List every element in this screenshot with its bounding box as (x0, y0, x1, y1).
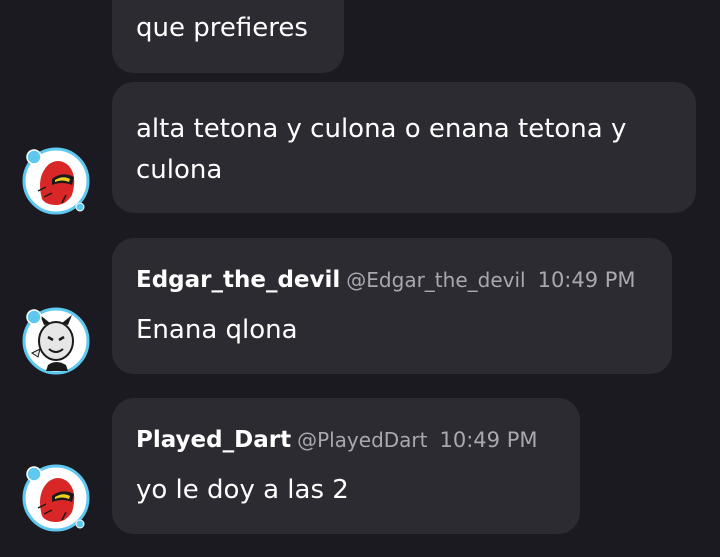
message-text: que prefieres (136, 13, 308, 43)
user-avatar[interactable] (22, 147, 90, 215)
message-bubble[interactable]: alta tetona y culona o enana tetona y cu… (112, 82, 696, 213)
chat-thread: que prefieres alta tetona y culona o ena… (0, 0, 720, 557)
message-handle[interactable]: @PlayedDart (297, 428, 427, 452)
message-text-line: culona (136, 155, 223, 185)
message-bubble[interactable]: Edgar_the_devil @Edgar_the_devil 10:49 PM … (112, 238, 672, 374)
message-time: 10:49 PM (439, 428, 538, 452)
user-avatar[interactable] (22, 307, 90, 375)
message-text-line: alta tetona y culona o enana tetona y (136, 114, 627, 144)
message-header: Played_Dart @PlayedDart 10:49 PM (136, 425, 537, 457)
message-handle[interactable]: @Edgar_the_devil (346, 268, 525, 292)
user-avatar[interactable] (22, 464, 90, 532)
message-bubble[interactable]: que prefieres (112, 0, 344, 73)
spider-face-avatar-icon (22, 464, 90, 532)
message-text: yo le doy a las 2 (136, 475, 349, 505)
message-header: Edgar_the_devil @Edgar_the_devil 10:49 PM (136, 265, 636, 297)
message-time: 10:49 PM (537, 268, 636, 292)
spider-face-avatar-icon (22, 147, 90, 215)
message-text: Enana qlona (136, 315, 298, 345)
message-bubble[interactable]: Played_Dart @PlayedDart 10:49 PM yo le doy… (112, 398, 580, 534)
message-author[interactable]: Edgar_the_devil (136, 267, 340, 293)
message-author[interactable]: Played_Dart (136, 427, 291, 453)
masked-face-avatar-icon (22, 307, 90, 375)
